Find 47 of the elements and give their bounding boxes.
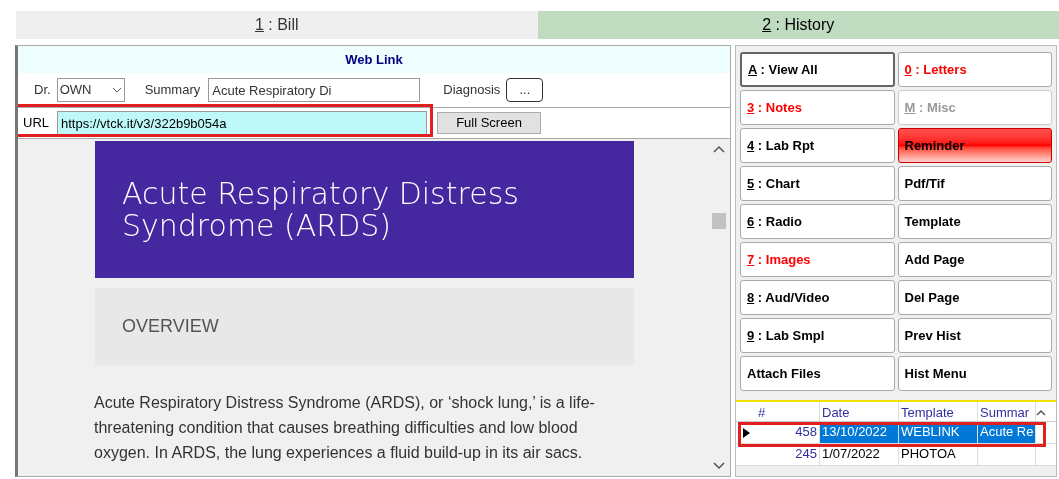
- column-header[interactable]: Summar: [978, 402, 1036, 421]
- scrollbar-thumb[interactable]: [712, 213, 726, 229]
- tab[interactable]: 1 : Bill: [16, 11, 538, 39]
- url-label: URL: [23, 114, 49, 133]
- history-button[interactable]: Pdf/Tif: [897, 166, 1052, 201]
- table-cell: 1/07/2022: [820, 444, 899, 465]
- summary-label: Summary: [144, 81, 201, 100]
- caret-icon: [111, 87, 122, 93]
- full-screen-button[interactable]: Full Screen: [437, 112, 541, 134]
- history-button[interactable]: 6 : Radio: [740, 204, 895, 239]
- history-button[interactable]: 7 : Images: [740, 242, 895, 277]
- history-button[interactable]: 0 : Letters: [897, 52, 1052, 87]
- history-button[interactable]: 3 : Notes: [740, 90, 895, 125]
- history-button[interactable]: Template: [897, 204, 1052, 239]
- page-heading: Acute Respiratory Distress Syndrome (ARDS): [122, 177, 520, 242]
- scroll-up-icon[interactable]: [713, 145, 725, 153]
- scroll-down-icon[interactable]: [713, 462, 725, 470]
- history-button[interactable]: Reminder: [897, 128, 1052, 163]
- history-button[interactable]: Prev Hist: [897, 318, 1052, 353]
- history-button[interactable]: 9 : Lab Smpl: [740, 318, 895, 353]
- diagnosis-button[interactable]: ...: [506, 78, 544, 102]
- current-row-icon: [742, 427, 750, 438]
- history-button[interactable]: 4 : Lab Rpt: [740, 128, 895, 163]
- column-header[interactable]: Template: [899, 402, 978, 421]
- history-button[interactable]: Attach Files: [740, 356, 895, 391]
- table-cell: PHOTOA: [899, 444, 978, 465]
- table-cell: 245: [756, 444, 820, 465]
- section-heading: OVERVIEW: [122, 315, 219, 338]
- table-row[interactable]: 245 1/07/2022 PHOTOA: [736, 444, 1056, 466]
- history-button[interactable]: Add Page: [897, 242, 1052, 277]
- column-header[interactable]: Date: [820, 402, 899, 421]
- body-paragraph: Acute Respiratory Distress Syndrome (ARDS), or ‘shock lung,’ is a life-threatening condition that causes breathing difficulties and low blood oxygen. In ARDS, the lung experiences a fluid build-up in its air sacs.: [94, 393, 596, 463]
- doctor-dropdown[interactable]: OWN: [56, 78, 125, 102]
- history-button[interactable]: A : View All: [740, 52, 895, 87]
- history-button[interactable]: 8 : Aud/Video: [740, 280, 895, 315]
- history-button[interactable]: Hist Menu: [897, 356, 1052, 391]
- history-button[interactable]: Del Page: [897, 280, 1052, 315]
- summary-field[interactable]: Acute Respiratory Di: [208, 78, 421, 102]
- panel-title: Web Link: [18, 46, 730, 73]
- diagnosis-label: Diagnosis: [443, 81, 501, 100]
- doctor-label: Dr.: [34, 81, 51, 100]
- url-field[interactable]: https://vtck.it/v3/322b9b054a: [57, 111, 427, 135]
- history-button[interactable]: 5 : Chart: [740, 166, 895, 201]
- column-header[interactable]: #: [756, 402, 820, 421]
- scroll-up-icon[interactable]: [1036, 409, 1046, 416]
- table-row[interactable]: 458 13/10/2022 WEBLINK Acute Re: [736, 422, 1056, 444]
- tab[interactable]: 2 : History: [537, 11, 1059, 39]
